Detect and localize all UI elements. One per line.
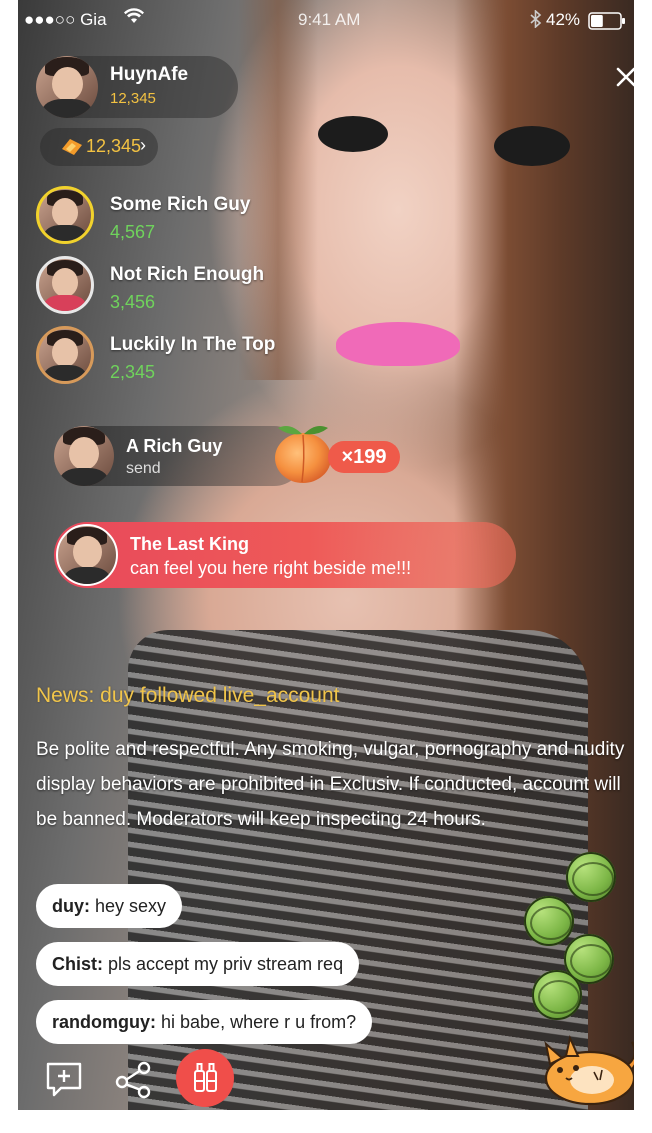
host-avatar[interactable]	[36, 56, 98, 118]
chat-message: duy: hey sexy	[36, 884, 183, 928]
clock-label: 9:41 AM	[298, 10, 361, 29]
viewer-score: 4,567	[110, 222, 156, 242]
gift-action: send	[126, 460, 161, 477]
viewer-name: Luckily In The Top	[110, 334, 276, 355]
host-followers: 12,345	[110, 90, 156, 107]
chat-text: hey sexy	[90, 896, 167, 916]
viewer-name: Some Rich Guy	[110, 194, 251, 215]
gift-notification: A Rich Guy send	[54, 426, 304, 486]
news-ticker: News: duy followed live_account	[36, 684, 340, 707]
avatar[interactable]	[56, 524, 118, 586]
viewer-score: 2,345	[110, 362, 156, 382]
viewer-name: Not Rich Enough	[110, 264, 265, 285]
cat-mascot-icon[interactable]	[536, 1034, 634, 1106]
chat-text: pls accept my priv stream req	[103, 954, 344, 974]
avatar[interactable]	[36, 186, 94, 244]
chat-user[interactable]: duy:	[52, 896, 90, 916]
bluetooth-icon	[530, 9, 542, 33]
avatar[interactable]	[54, 426, 114, 486]
yarn-ball-icon	[532, 970, 582, 1020]
carrier-label: ●●●○○ Gia	[24, 10, 107, 29]
status-bar: ●●●○○ Gia 9:41 AM 42%	[18, 0, 634, 44]
battery-icon	[588, 12, 626, 35]
yarn-ball-icon	[524, 896, 574, 946]
community-rules: Be polite and respectful. Any smoking, v…	[36, 739, 625, 830]
avatar[interactable]	[36, 256, 94, 314]
chat-user[interactable]: randomguy:	[52, 1012, 156, 1032]
share-icon[interactable]	[114, 1060, 154, 1105]
background-lips	[336, 322, 460, 366]
top-viewer-1[interactable]: Some Rich Guy 4,567	[36, 186, 336, 250]
host-info[interactable]: HuynAfe 12,345	[36, 56, 238, 118]
gift-multiplier: ×199	[328, 441, 400, 473]
wifi-icon	[124, 8, 144, 29]
coins-amount: 12,345	[86, 136, 142, 156]
background-eye-left	[318, 116, 388, 152]
gift-button[interactable]	[176, 1049, 234, 1107]
vip-message: The Last King can feel you here right be…	[54, 522, 516, 588]
close-icon[interactable]	[616, 66, 634, 92]
background-eye-right	[494, 126, 570, 166]
comment-icon[interactable]	[44, 1060, 84, 1105]
host-name: HuynAfe	[110, 64, 189, 85]
vip-name: The Last King	[130, 534, 250, 554]
avatar[interactable]	[36, 326, 94, 384]
diamond-icon	[60, 137, 84, 162]
yarn-ball-icon	[566, 852, 616, 902]
bottles-icon	[194, 1063, 217, 1092]
top-viewer-3[interactable]: Luckily In The Top 2,345	[36, 326, 336, 390]
vip-text: can feel you here right beside me!!!	[130, 558, 412, 578]
top-viewer-2[interactable]: Not Rich Enough 3,456	[36, 256, 336, 320]
chat-text: hi babe, where r u from?	[156, 1012, 357, 1032]
peach-icon	[272, 418, 334, 484]
gift-sender: A Rich Guy	[126, 436, 223, 456]
live-stream-screen: ●●●○○ Gia 9:41 AM 42% HuynAfe 12,345 12,…	[18, 0, 634, 1110]
chat-user[interactable]: Chist:	[52, 954, 103, 974]
chat-message: randomguy: hi babe, where r u from?	[36, 1000, 373, 1044]
viewer-score: 3,456	[110, 292, 156, 312]
chevron-right-icon: ›	[140, 135, 146, 155]
battery-label: 42%	[546, 10, 581, 29]
coins-button[interactable]: 12,345 ›	[40, 128, 158, 166]
chat-message: Chist: pls accept my priv stream req	[36, 942, 360, 986]
